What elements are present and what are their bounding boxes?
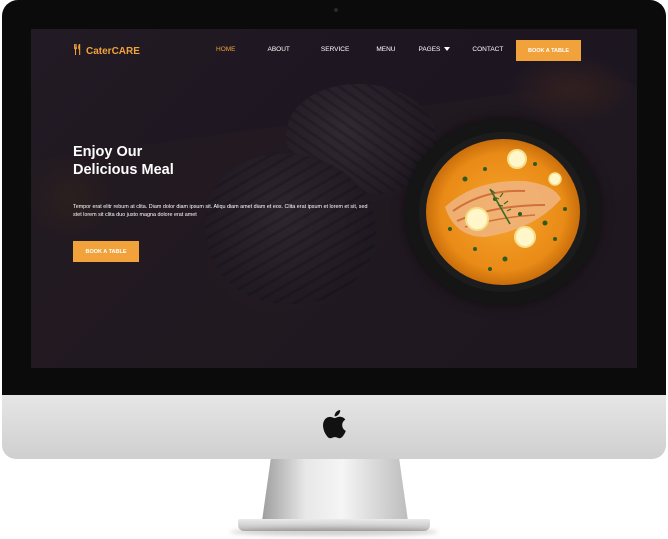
nav-link-about[interactable]: ABOUT: [268, 46, 290, 53]
imac-mockup: CaterCARE HOME ABOUT SERVICE MENU PAGES …: [0, 0, 668, 539]
dish-image: [405, 119, 601, 305]
nav-link-contact[interactable]: CONTACT: [472, 46, 503, 53]
hero-title-line1: Enjoy Our: [73, 144, 143, 160]
hero-book-table-button[interactable]: BOOK A TABLE: [73, 241, 139, 262]
caret-down-icon: [444, 47, 451, 52]
stand-shadow: [230, 528, 438, 536]
monitor-chin: [2, 395, 666, 459]
nav-link-menu[interactable]: MENU: [376, 46, 395, 53]
brand-name: CaterCARE: [86, 45, 140, 57]
monitor-stand-neck: [262, 459, 408, 521]
fork-knife-icon: [73, 44, 82, 58]
nav-book-table-button[interactable]: BOOK A TABLE: [516, 40, 581, 61]
hero-title: Enjoy Our Delicious Meal: [73, 143, 273, 179]
nav-menu: HOME ABOUT SERVICE MENU PAGES CONTACT: [216, 46, 503, 53]
nav-link-home[interactable]: HOME: [216, 46, 236, 53]
nav-link-pages[interactable]: PAGES: [418, 46, 451, 53]
hero-title-line2: Delicious Meal: [73, 162, 174, 178]
nav-link-pages-label: PAGES: [418, 46, 441, 53]
nav-link-service[interactable]: SERVICE: [321, 46, 349, 53]
website-screen: CaterCARE HOME ABOUT SERVICE MENU PAGES …: [31, 29, 637, 368]
navbar: CaterCARE HOME ABOUT SERVICE MENU PAGES …: [31, 29, 637, 71]
camera-dot: [334, 8, 338, 12]
apple-logo-icon: [321, 409, 347, 445]
hero-description: Tempor erat elitr rebum at clita. Diam d…: [73, 204, 368, 218]
brand-logo[interactable]: CaterCARE: [73, 44, 140, 58]
